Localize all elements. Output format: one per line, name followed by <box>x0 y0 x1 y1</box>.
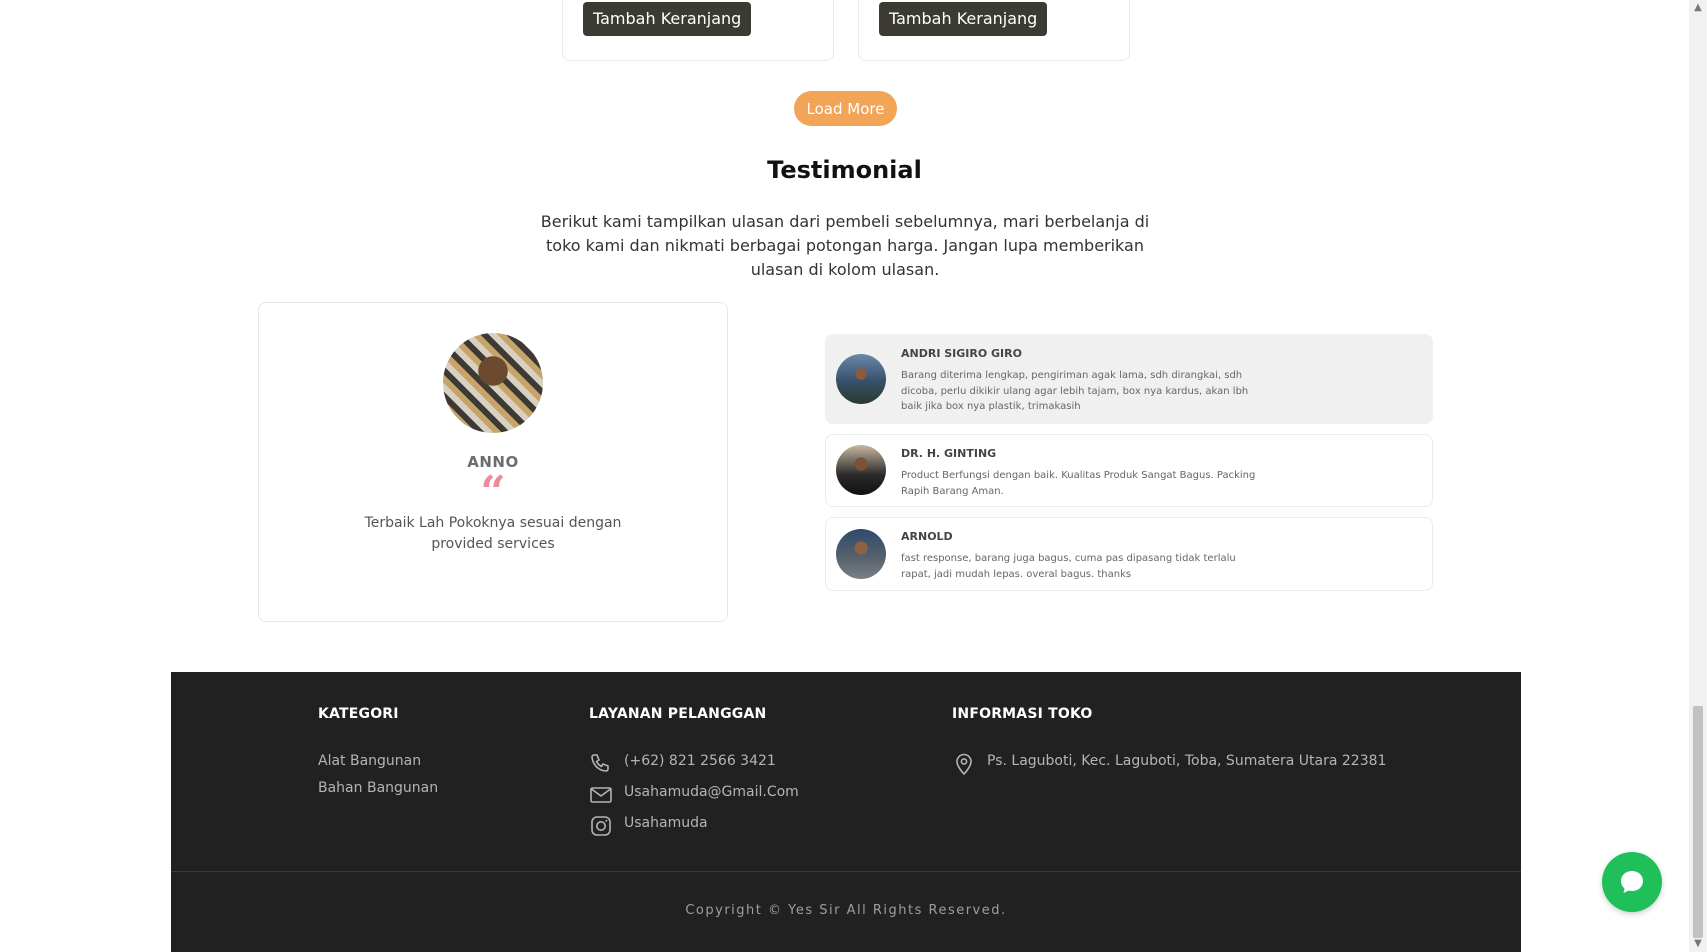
footer-divider <box>171 871 1521 872</box>
add-to-cart-button[interactable]: Tambah Keranjang <box>879 2 1048 36</box>
category-link[interactable]: Alat Bangunan <box>318 753 421 769</box>
category-link[interactable]: Bahan Bangunan <box>318 780 438 796</box>
scroll-down-arrow-icon[interactable]: ▼ <box>1689 936 1707 952</box>
phone-link[interactable]: (+62) 821 2566 3421 <box>624 753 776 769</box>
footer-heading-kategori: KATEGORI <box>318 706 399 722</box>
map-pin-icon <box>952 752 976 776</box>
review-item[interactable]: ARNOLD fast response, barang juga bagus,… <box>825 517 1433 591</box>
testimonial-description: Berikut kami tampilkan ulasan dari pembe… <box>540 212 1150 279</box>
instagram-icon <box>589 814 613 838</box>
footer: KATEGORI Alat Bangunan Bahan Bangunan LA… <box>171 672 1521 952</box>
email-link[interactable]: Usahamuda@Gmail.Com <box>624 784 799 800</box>
page: Tambah Keranjang Tambah Keranjang Load M… <box>0 0 1689 952</box>
featured-review-text: Terbaik Lah Pokoknya sesuai dengan provi… <box>364 515 622 552</box>
product-card: Tambah Keranjang <box>858 0 1130 61</box>
product-card: Tambah Keranjang <box>562 0 834 61</box>
avatar <box>836 354 886 404</box>
reviewer-name: ARNOLD <box>901 530 953 543</box>
scrollbar-thumb[interactable] <box>1693 706 1703 938</box>
review-text: Barang diterima lengkap, pengiriman agak… <box>901 370 1249 412</box>
footer-heading-informasi: INFORMASI TOKO <box>952 706 1093 722</box>
chat-icon <box>1618 868 1646 896</box>
copyright: Copyright © Yes Sir All Rights Reserved. <box>685 903 1007 918</box>
quote-icon: “ <box>480 467 506 518</box>
footer-heading-layanan: LAYANAN PELANGGAN <box>589 706 767 722</box>
chat-button[interactable] <box>1602 852 1662 912</box>
load-more-button[interactable]: Load More <box>794 91 897 126</box>
review-text: fast response, barang juga bagus, cuma p… <box>901 553 1236 580</box>
store-address: Ps. Laguboti, Kec. Laguboti, Toba, Sumat… <box>987 753 1387 769</box>
avatar <box>836 529 886 579</box>
review-item[interactable]: ANDRI SIGIRO GIRO Barang diterima lengka… <box>825 334 1433 424</box>
add-to-cart-button[interactable]: Tambah Keranjang <box>583 2 752 36</box>
scrollbar[interactable]: ▲ ▼ <box>1689 0 1707 952</box>
avatar <box>443 333 543 433</box>
avatar <box>836 445 886 495</box>
featured-testimonial-card: ANNO “ Terbaik Lah Pokoknya sesuai denga… <box>258 302 728 622</box>
mail-icon <box>589 783 613 807</box>
testimonial-title: Testimonial <box>767 156 922 184</box>
review-item[interactable]: DR. H. GINTING Product Berfungsi dengan … <box>825 434 1433 507</box>
scroll-up-arrow-icon[interactable]: ▲ <box>1689 0 1707 16</box>
reviewer-name: ANDRI SIGIRO GIRO <box>901 347 1022 360</box>
reviewer-name: DR. H. GINTING <box>901 447 997 460</box>
phone-icon <box>589 752 613 776</box>
review-text: Product Berfungsi dengan baik. Kualitas … <box>901 470 1256 497</box>
instagram-link[interactable]: Usahamuda <box>624 815 708 831</box>
